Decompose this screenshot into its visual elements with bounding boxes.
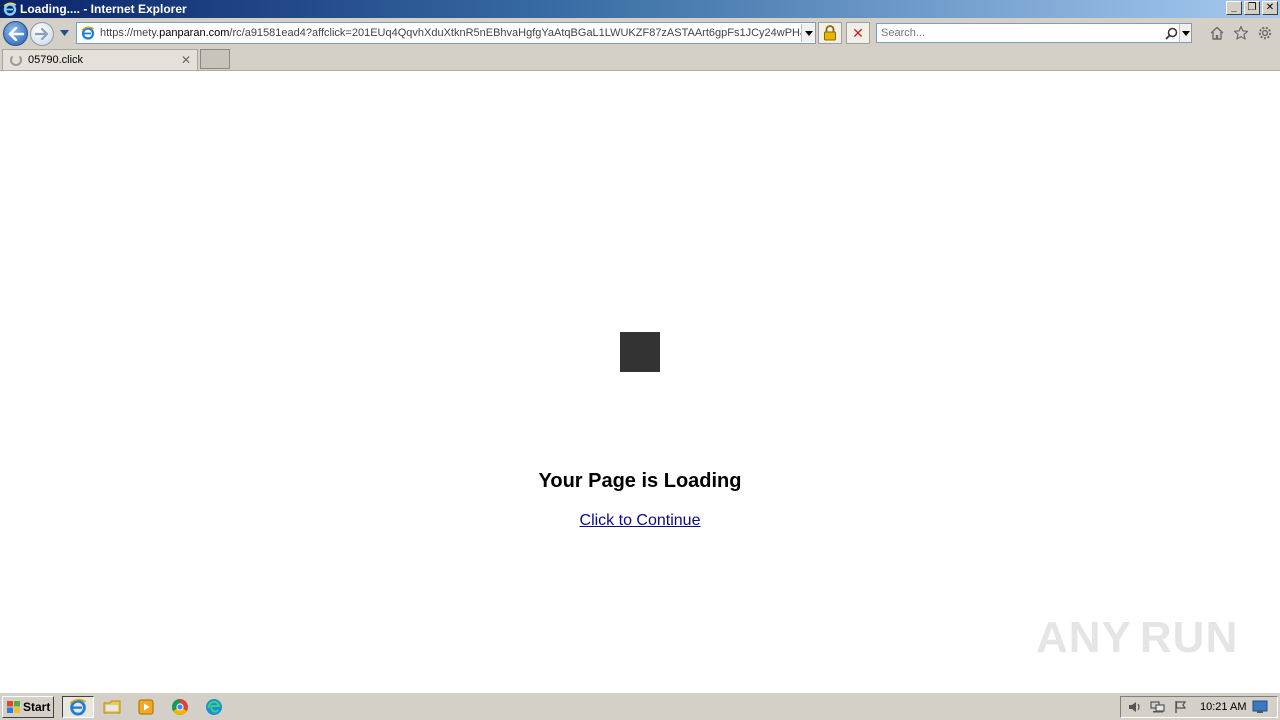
search-input[interactable] bbox=[877, 24, 1163, 42]
gear-icon[interactable] bbox=[1256, 24, 1274, 42]
page-content: Your Page is Loading Click to Continue A… bbox=[0, 71, 1280, 692]
url-prefix: https://mety. bbox=[100, 27, 160, 39]
taskbar: Start 10:21 AM bbox=[0, 692, 1280, 720]
volume-icon[interactable] bbox=[1126, 699, 1144, 715]
url-host: panparan.com bbox=[159, 27, 230, 39]
minimize-button[interactable]: _ bbox=[1226, 1, 1242, 15]
taskbar-internet-explorer[interactable] bbox=[62, 696, 94, 718]
loading-indicator bbox=[620, 332, 660, 372]
lock-icon bbox=[824, 25, 836, 41]
edge-icon bbox=[206, 699, 222, 715]
new-tab-button[interactable] bbox=[200, 49, 230, 69]
windows-logo-icon bbox=[5, 699, 21, 715]
watermark-left-text: ANY bbox=[1036, 613, 1132, 662]
media-player-icon bbox=[138, 699, 154, 715]
address-bar[interactable]: https://mety.panparan.com/rc/a91581ead4?… bbox=[76, 22, 816, 44]
browser-tools bbox=[1208, 24, 1274, 42]
page-heading: Your Page is Loading bbox=[538, 470, 742, 492]
action-center-flag-icon[interactable] bbox=[1172, 699, 1190, 715]
search-dropdown-button[interactable] bbox=[1179, 24, 1191, 42]
search-box[interactable] bbox=[876, 23, 1192, 43]
folder-icon bbox=[103, 700, 121, 714]
forward-button[interactable] bbox=[30, 22, 54, 46]
restore-button[interactable]: ❐ bbox=[1244, 1, 1260, 15]
chevron-down-icon bbox=[59, 30, 69, 36]
ie-logo-icon bbox=[69, 698, 87, 716]
navigation-bar: https://mety.panparan.com/rc/a91581ead4?… bbox=[0, 18, 1280, 48]
favorites-star-icon[interactable] bbox=[1232, 24, 1250, 42]
url-text[interactable]: https://mety.panparan.com/rc/a91581ead4?… bbox=[100, 27, 801, 39]
forward-arrow-icon bbox=[35, 28, 49, 40]
back-arrow-icon bbox=[8, 26, 24, 41]
taskbar-file-explorer[interactable] bbox=[96, 696, 128, 718]
window-title: Loading.... - Internet Explorer bbox=[20, 2, 187, 16]
security-lock-button[interactable] bbox=[818, 22, 842, 44]
loading-spinner-icon bbox=[10, 54, 22, 66]
ie-logo-icon bbox=[2, 1, 18, 17]
continue-link[interactable]: Click to Continue bbox=[580, 512, 701, 529]
start-label: Start bbox=[23, 700, 51, 714]
system-tray: 10:21 AM bbox=[1120, 696, 1278, 718]
home-icon[interactable] bbox=[1208, 24, 1226, 42]
page-ie-icon bbox=[80, 25, 96, 41]
window-controls: _ ❐ ✕ bbox=[1226, 1, 1278, 15]
close-window-button[interactable]: ✕ bbox=[1262, 1, 1278, 15]
show-desktop-icon[interactable] bbox=[1252, 700, 1268, 714]
url-path: /rc/a91581ead4?affclick=201EUq4QqvhXduXt… bbox=[229, 27, 801, 39]
network-icon[interactable] bbox=[1149, 699, 1167, 715]
close-icon: ✕ bbox=[852, 24, 864, 41]
tab-close-icon[interactable]: ✕ bbox=[179, 53, 193, 67]
taskbar-chrome[interactable] bbox=[164, 696, 196, 718]
system-clock[interactable]: 10:21 AM bbox=[1200, 701, 1246, 713]
taskbar-edge[interactable] bbox=[198, 696, 230, 718]
chrome-icon bbox=[172, 699, 188, 715]
taskbar-apps bbox=[62, 696, 230, 718]
watermark-right-text: RUN bbox=[1139, 613, 1239, 662]
search-icon[interactable] bbox=[1163, 25, 1179, 41]
stop-button[interactable]: ✕ bbox=[846, 22, 870, 44]
back-button[interactable] bbox=[3, 21, 28, 46]
address-dropdown-button[interactable] bbox=[801, 24, 815, 42]
tab-label: 05790.click bbox=[28, 54, 84, 66]
continue-link-wrapper: Click to Continue bbox=[0, 512, 1280, 530]
chevron-down-icon bbox=[804, 30, 813, 36]
chevron-down-icon bbox=[1181, 30, 1190, 36]
tab-current[interactable]: 05790.click ✕ bbox=[2, 49, 198, 70]
taskbar-media-player[interactable] bbox=[130, 696, 162, 718]
anyrun-watermark: ANY RUN bbox=[1036, 608, 1239, 668]
tab-bar: 05790.click ✕ bbox=[0, 48, 1280, 71]
window-title-bar: Loading.... - Internet Explorer _ ❐ ✕ bbox=[0, 0, 1280, 18]
recent-pages-dropdown[interactable] bbox=[58, 27, 70, 39]
start-button[interactable]: Start bbox=[2, 696, 54, 718]
